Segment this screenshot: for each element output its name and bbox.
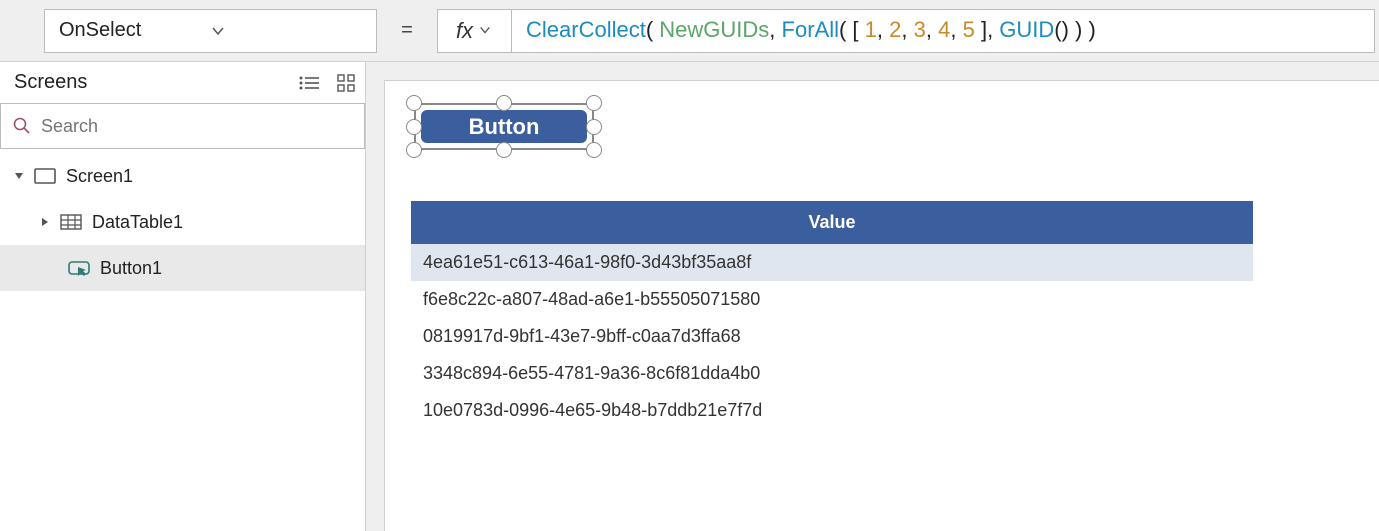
resize-handle[interactable] xyxy=(496,95,512,111)
resize-handle[interactable] xyxy=(586,119,602,135)
table-cell: 4ea61e51-c613-46a1-98f0-3d43bf35aa8f xyxy=(423,252,751,273)
tree-item-datatable1[interactable]: DataTable1 xyxy=(0,199,365,245)
search-box[interactable] xyxy=(0,103,365,149)
tree-label: Screen1 xyxy=(66,166,133,187)
formula-token: 2 xyxy=(889,17,901,42)
search-icon xyxy=(13,117,31,135)
formula-input[interactable]: ClearCollect( NewGUIDs, ForAll( [ 1, 2, … xyxy=(512,17,1374,44)
tree-item-button1[interactable]: Button1 xyxy=(0,245,365,291)
formula-token: , xyxy=(926,17,938,42)
canvas: Button Value 4ea61e51-c613-46a1-98f0-3d4… xyxy=(366,62,1379,531)
property-selector-value: OnSelect xyxy=(59,19,211,42)
grid-view-icon[interactable] xyxy=(337,74,355,92)
formula-bar: fx ClearCollect( NewGUIDs, ForAll( [ 1, … xyxy=(437,9,1375,53)
formula-token: 3 xyxy=(914,17,926,42)
selected-control[interactable]: Button xyxy=(410,99,598,154)
expand-icon[interactable] xyxy=(40,217,50,227)
formula-token: ClearCollect xyxy=(526,17,646,42)
datatable-control[interactable]: Value 4ea61e51-c613-46a1-98f0-3d43bf35aa… xyxy=(411,201,1253,429)
resize-handle[interactable] xyxy=(406,95,422,111)
formula-token: 5 xyxy=(963,17,975,42)
fx-button[interactable]: fx xyxy=(438,10,512,52)
collapse-icon[interactable] xyxy=(14,171,24,181)
chevron-down-icon xyxy=(211,24,363,38)
formula-token: NewGUIDs xyxy=(659,17,769,42)
table-header[interactable]: Value xyxy=(411,201,1253,244)
table-row[interactable]: 10e0783d-0996-4e65-9b48-b7ddb21e7f7d xyxy=(411,392,1253,429)
tree-item-screen1[interactable]: Screen1 xyxy=(0,153,365,199)
screens-tree: Screen1 DataTable1 xyxy=(0,149,365,291)
table-cell: 0819917d-9bf1-43e7-9bff-c0aa7d3ffa68 xyxy=(423,326,741,347)
formula-token: , xyxy=(769,17,781,42)
formula-token: 4 xyxy=(938,17,950,42)
formula-token: () ) ) xyxy=(1054,17,1096,42)
resize-handle[interactable] xyxy=(496,142,512,158)
formula-token: 1 xyxy=(865,17,877,42)
tree-label: Button1 xyxy=(100,258,162,279)
tree-label: DataTable1 xyxy=(92,212,183,233)
formula-token: , xyxy=(877,17,889,42)
formula-token: , xyxy=(901,17,913,42)
button-control[interactable]: Button xyxy=(421,110,587,143)
resize-handle[interactable] xyxy=(406,119,422,135)
screens-panel: Screens xyxy=(0,62,366,531)
screens-header: Screens xyxy=(0,62,365,104)
equals-label: = xyxy=(377,19,437,42)
table-cell: 3348c894-6e55-4781-9a36-8c6f81dda4b0 xyxy=(423,363,760,384)
formula-token: ( [ xyxy=(839,17,865,42)
formula-token: ForAll xyxy=(782,17,839,42)
list-view-icon[interactable] xyxy=(299,75,319,91)
screens-title: Screens xyxy=(14,71,299,94)
table-cell: 10e0783d-0996-4e65-9b48-b7ddb21e7f7d xyxy=(423,400,762,421)
search-input[interactable] xyxy=(41,116,352,137)
table-row[interactable]: f6e8c22c-a807-48ad-a6e1-b55505071580 xyxy=(411,281,1253,318)
canvas-surface[interactable]: Button Value 4ea61e51-c613-46a1-98f0-3d4… xyxy=(384,80,1379,531)
screen-icon xyxy=(34,168,56,184)
fx-label: fx xyxy=(456,18,473,44)
property-selector[interactable]: OnSelect xyxy=(44,9,377,53)
table-row[interactable]: 0819917d-9bf1-43e7-9bff-c0aa7d3ffa68 xyxy=(411,318,1253,355)
formula-token: , xyxy=(950,17,962,42)
button-icon xyxy=(68,259,90,277)
table-row[interactable]: 4ea61e51-c613-46a1-98f0-3d43bf35aa8f xyxy=(411,244,1253,281)
table-row[interactable]: 3348c894-6e55-4781-9a36-8c6f81dda4b0 xyxy=(411,355,1253,392)
formula-token: ], xyxy=(975,17,999,42)
resize-handle[interactable] xyxy=(586,95,602,111)
property-bar: OnSelect = fx ClearCollect( NewGUIDs, Fo… xyxy=(0,0,1379,62)
resize-handle[interactable] xyxy=(406,142,422,158)
formula-token: GUID xyxy=(999,17,1054,42)
table-header-label: Value xyxy=(808,212,855,233)
formula-token: ( xyxy=(646,17,659,42)
datatable-icon xyxy=(60,214,82,230)
table-cell: f6e8c22c-a807-48ad-a6e1-b55505071580 xyxy=(423,289,760,310)
chevron-down-icon xyxy=(479,24,493,38)
resize-handle[interactable] xyxy=(586,142,602,158)
button-label: Button xyxy=(469,114,540,140)
